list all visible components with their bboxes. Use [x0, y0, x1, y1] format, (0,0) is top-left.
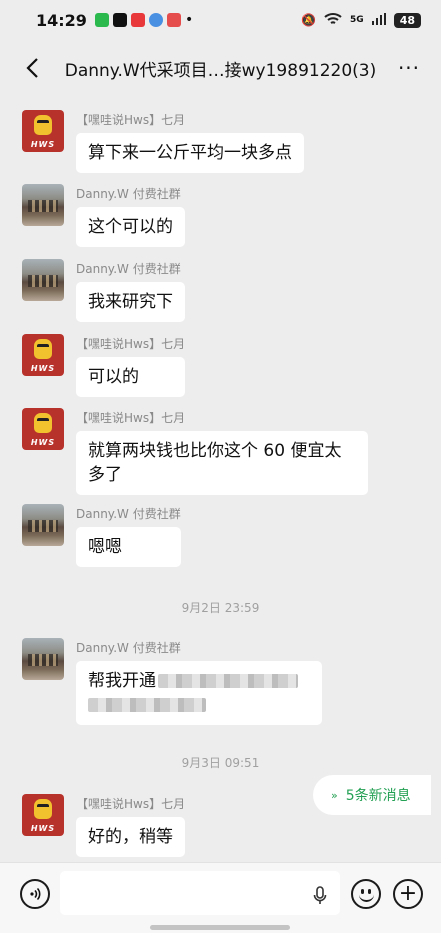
sender-name: 【嘿哇说Hws】七月	[76, 113, 186, 127]
smiley-icon	[359, 894, 374, 902]
sender-name: 【嘿哇说Hws】七月	[76, 337, 186, 351]
mascot-icon	[34, 339, 52, 359]
sender-name: Danny.W 付费社群	[76, 507, 181, 521]
message-item: HWS 【嘿哇说Hws】七月 好的，稍等	[22, 794, 186, 857]
voice-icon	[30, 887, 41, 901]
avatar[interactable]: HWS	[22, 334, 64, 376]
new-messages-button[interactable]: » 5条新消息	[313, 775, 431, 815]
bubble-icon	[148, 13, 163, 27]
message-item: Danny.W 付费社群 帮我开通	[22, 638, 322, 725]
wechat-icon	[94, 13, 109, 27]
avatar[interactable]	[22, 504, 64, 546]
nav-bar: Danny.W代采项目…接wy19891220(3) ···	[0, 40, 441, 96]
mascot-icon	[34, 413, 52, 433]
avatar[interactable]	[22, 259, 64, 301]
avatar[interactable]: HWS	[22, 794, 64, 836]
message-text: 帮我开通	[88, 671, 156, 691]
voice-button[interactable]	[20, 879, 50, 909]
sender-name: 【嘿哇说Hws】七月	[76, 797, 186, 811]
sender-name: Danny.W 付费社群	[76, 262, 181, 276]
wifi-icon	[324, 12, 342, 29]
sender-name: Danny.W 付费社群	[76, 641, 181, 655]
mascot-icon	[34, 799, 52, 819]
message-bubble[interactable]: 这个可以的	[76, 207, 185, 247]
toutiao-icon	[130, 13, 145, 27]
microphone-icon[interactable]	[312, 885, 328, 907]
status-indicators: 🔕 5G 48	[301, 12, 421, 29]
mascot-icon	[34, 115, 52, 135]
message-bubble[interactable]: 嗯嗯	[76, 527, 181, 567]
back-button[interactable]	[14, 50, 50, 86]
time-separator: 9月3日 09:51	[181, 756, 260, 770]
message-bubble[interactable]: 我来研究下	[76, 282, 185, 322]
emoji-button[interactable]	[351, 879, 381, 909]
plus-icon: +	[398, 881, 418, 906]
network-type: 5G	[350, 15, 364, 25]
signal-icon	[371, 12, 386, 28]
message-item: HWS 【嘿哇说Hws】七月 就算两块钱也比你这个 60 便宜太多了	[22, 408, 368, 495]
message-item: HWS 【嘿哇说Hws】七月 可以的	[22, 334, 186, 397]
message-bubble[interactable]: 帮我开通	[76, 661, 322, 725]
message-item: HWS 【嘿哇说Hws】七月 算下来一公斤平均一块多点	[22, 110, 304, 173]
home-indicator[interactable]	[150, 925, 290, 930]
status-app-icons: •	[94, 12, 194, 28]
message-bubble[interactable]: 可以的	[76, 357, 186, 397]
message-item: Danny.W 付费社群 嗯嗯	[22, 504, 181, 567]
chat-title: Danny.W代采项目…接wy19891220(3)	[64, 60, 377, 81]
message-item: Danny.W 付费社群 这个可以的	[22, 184, 185, 247]
avatar[interactable]	[22, 184, 64, 226]
double-chevron-down-icon: »	[331, 788, 338, 802]
redacted-text	[88, 698, 206, 712]
dot-icon: •	[184, 12, 194, 28]
time-separator: 9月2日 23:59	[181, 601, 260, 615]
more-icon: ···	[397, 56, 421, 80]
chevron-left-icon	[26, 58, 38, 78]
avatar[interactable]: HWS	[22, 408, 64, 450]
plus-button[interactable]: +	[393, 879, 423, 909]
input-bar: +	[0, 862, 441, 933]
status-time: 14:29	[36, 10, 87, 30]
mute-icon: 🔕	[301, 13, 317, 27]
message-bubble[interactable]: 算下来一公斤平均一块多点	[76, 133, 304, 173]
music-icon	[166, 13, 181, 27]
more-button[interactable]: ···	[391, 50, 427, 86]
message-item: Danny.W 付费社群 我来研究下	[22, 259, 185, 322]
message-bubble[interactable]: 就算两块钱也比你这个 60 便宜太多了	[76, 431, 368, 495]
sender-name: Danny.W 付费社群	[76, 187, 181, 201]
redacted-text	[158, 674, 298, 688]
new-messages-label: 5条新消息	[345, 788, 411, 804]
message-bubble[interactable]: 好的，稍等	[76, 817, 186, 857]
status-bar: 14:29 • 🔕 5G 48	[0, 0, 441, 40]
message-input[interactable]	[60, 871, 340, 915]
tiktok-icon	[112, 13, 127, 27]
battery-indicator: 48	[393, 12, 421, 28]
avatar[interactable]: HWS	[22, 110, 64, 152]
avatar[interactable]	[22, 638, 64, 680]
chat-area[interactable]: HWS 【嘿哇说Hws】七月 算下来一公斤平均一块多点 Danny.W 付费社群…	[10, 96, 431, 862]
sender-name: 【嘿哇说Hws】七月	[76, 411, 186, 425]
